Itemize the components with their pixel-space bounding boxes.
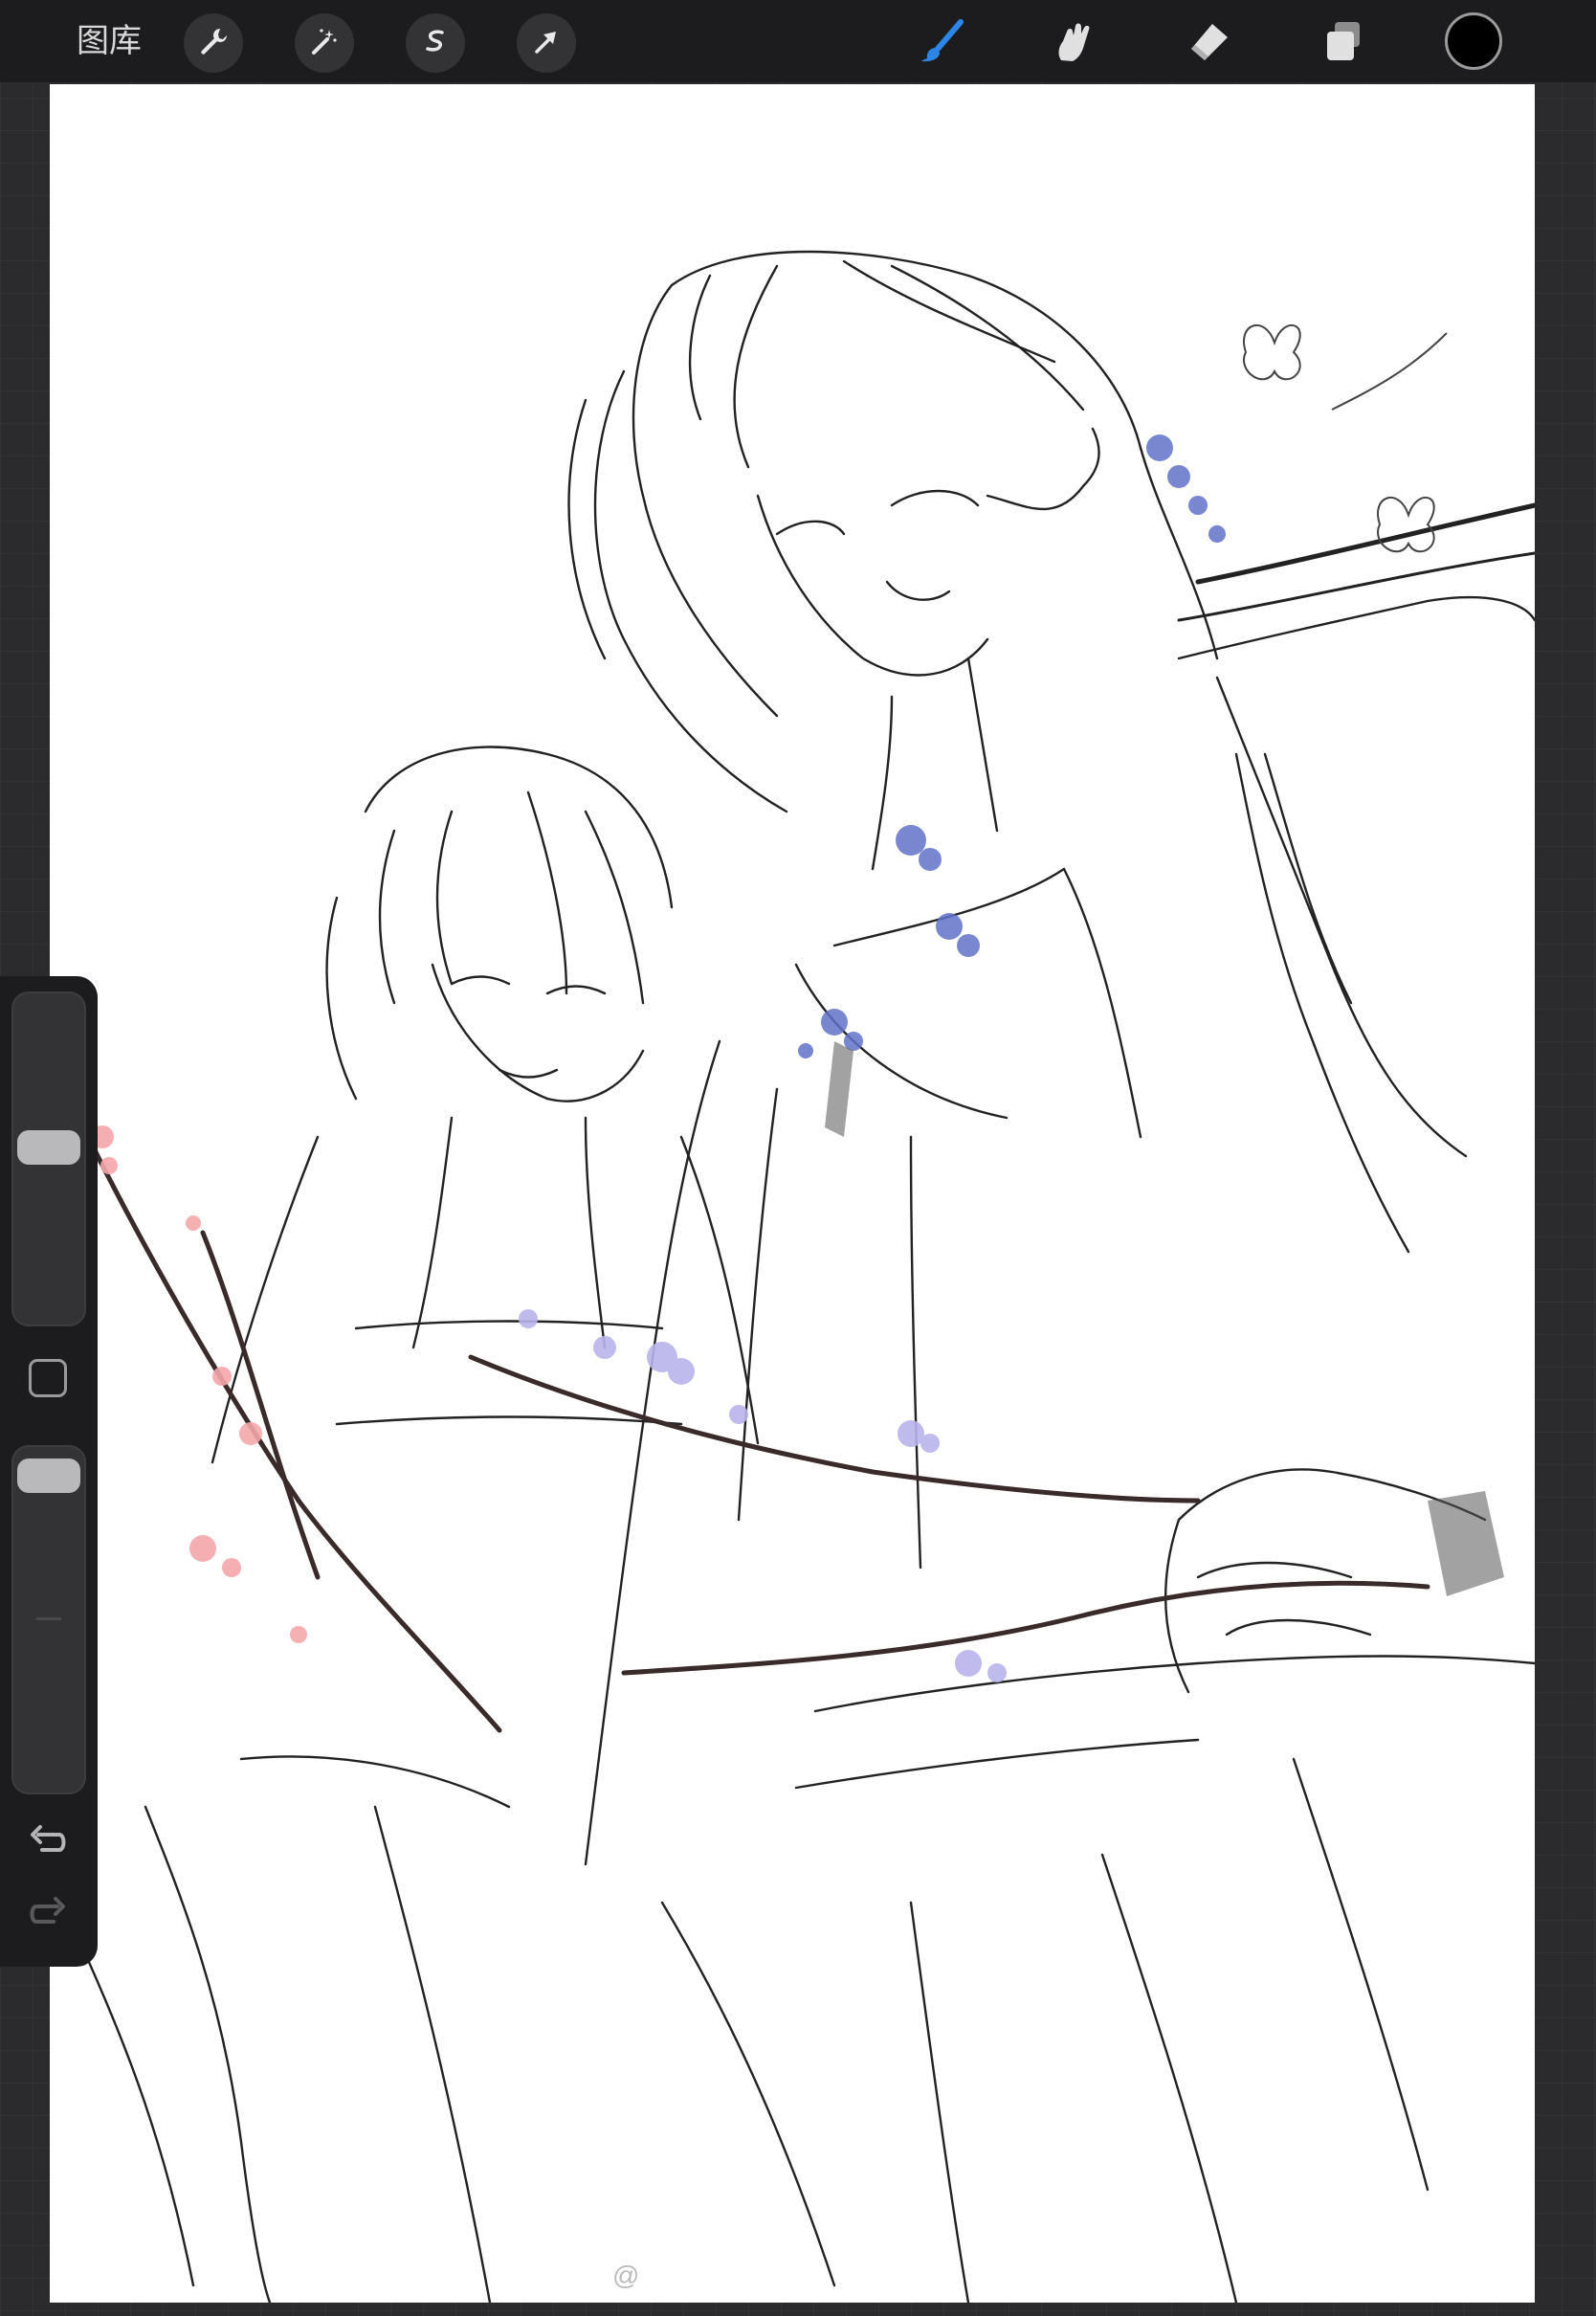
- transform-arrow-icon: [530, 25, 563, 62]
- smudge-tool-button[interactable]: [1045, 13, 1104, 73]
- opacity-thumb[interactable]: [17, 1459, 80, 1493]
- undo-icon: [27, 1821, 69, 1864]
- eraser-icon: [1184, 16, 1233, 71]
- layers-tool-button[interactable]: [1313, 13, 1372, 73]
- sketch-artwork: [85, 250, 1535, 2303]
- opacity-slider[interactable]: [11, 1445, 86, 1794]
- brush-size-slider[interactable]: [11, 991, 86, 1326]
- layers-icon: [1318, 16, 1367, 71]
- gallery-button[interactable]: 图库: [77, 19, 142, 63]
- color-picker-swatch[interactable]: [1445, 12, 1502, 70]
- watermark: @: [612, 2260, 640, 2290]
- left-sidebar: [0, 976, 98, 1967]
- brush-size-thumb[interactable]: [17, 1130, 80, 1165]
- drawing-canvas[interactable]: [50, 84, 1535, 2303]
- selection-s-icon: [419, 25, 452, 62]
- eraser-tool-button[interactable]: [1179, 13, 1238, 73]
- transform-button[interactable]: [517, 13, 576, 73]
- adjustments-button[interactable]: [295, 13, 354, 73]
- wrench-icon: [197, 25, 230, 62]
- redo-icon: [27, 1893, 69, 1936]
- selection-button[interactable]: [406, 13, 465, 73]
- redo-button[interactable]: [21, 1890, 75, 1938]
- top-toolbar: 图库: [0, 0, 1596, 82]
- magic-wand-icon: [308, 25, 341, 62]
- modify-button[interactable]: [29, 1359, 67, 1397]
- actions-wrench-button[interactable]: [184, 13, 243, 73]
- opacity-midpoint-tick: [36, 1617, 61, 1620]
- brush-icon: [919, 16, 968, 71]
- smudge-icon: [1050, 16, 1099, 71]
- brush-tool-button[interactable]: [914, 13, 973, 73]
- undo-button[interactable]: [21, 1818, 75, 1866]
